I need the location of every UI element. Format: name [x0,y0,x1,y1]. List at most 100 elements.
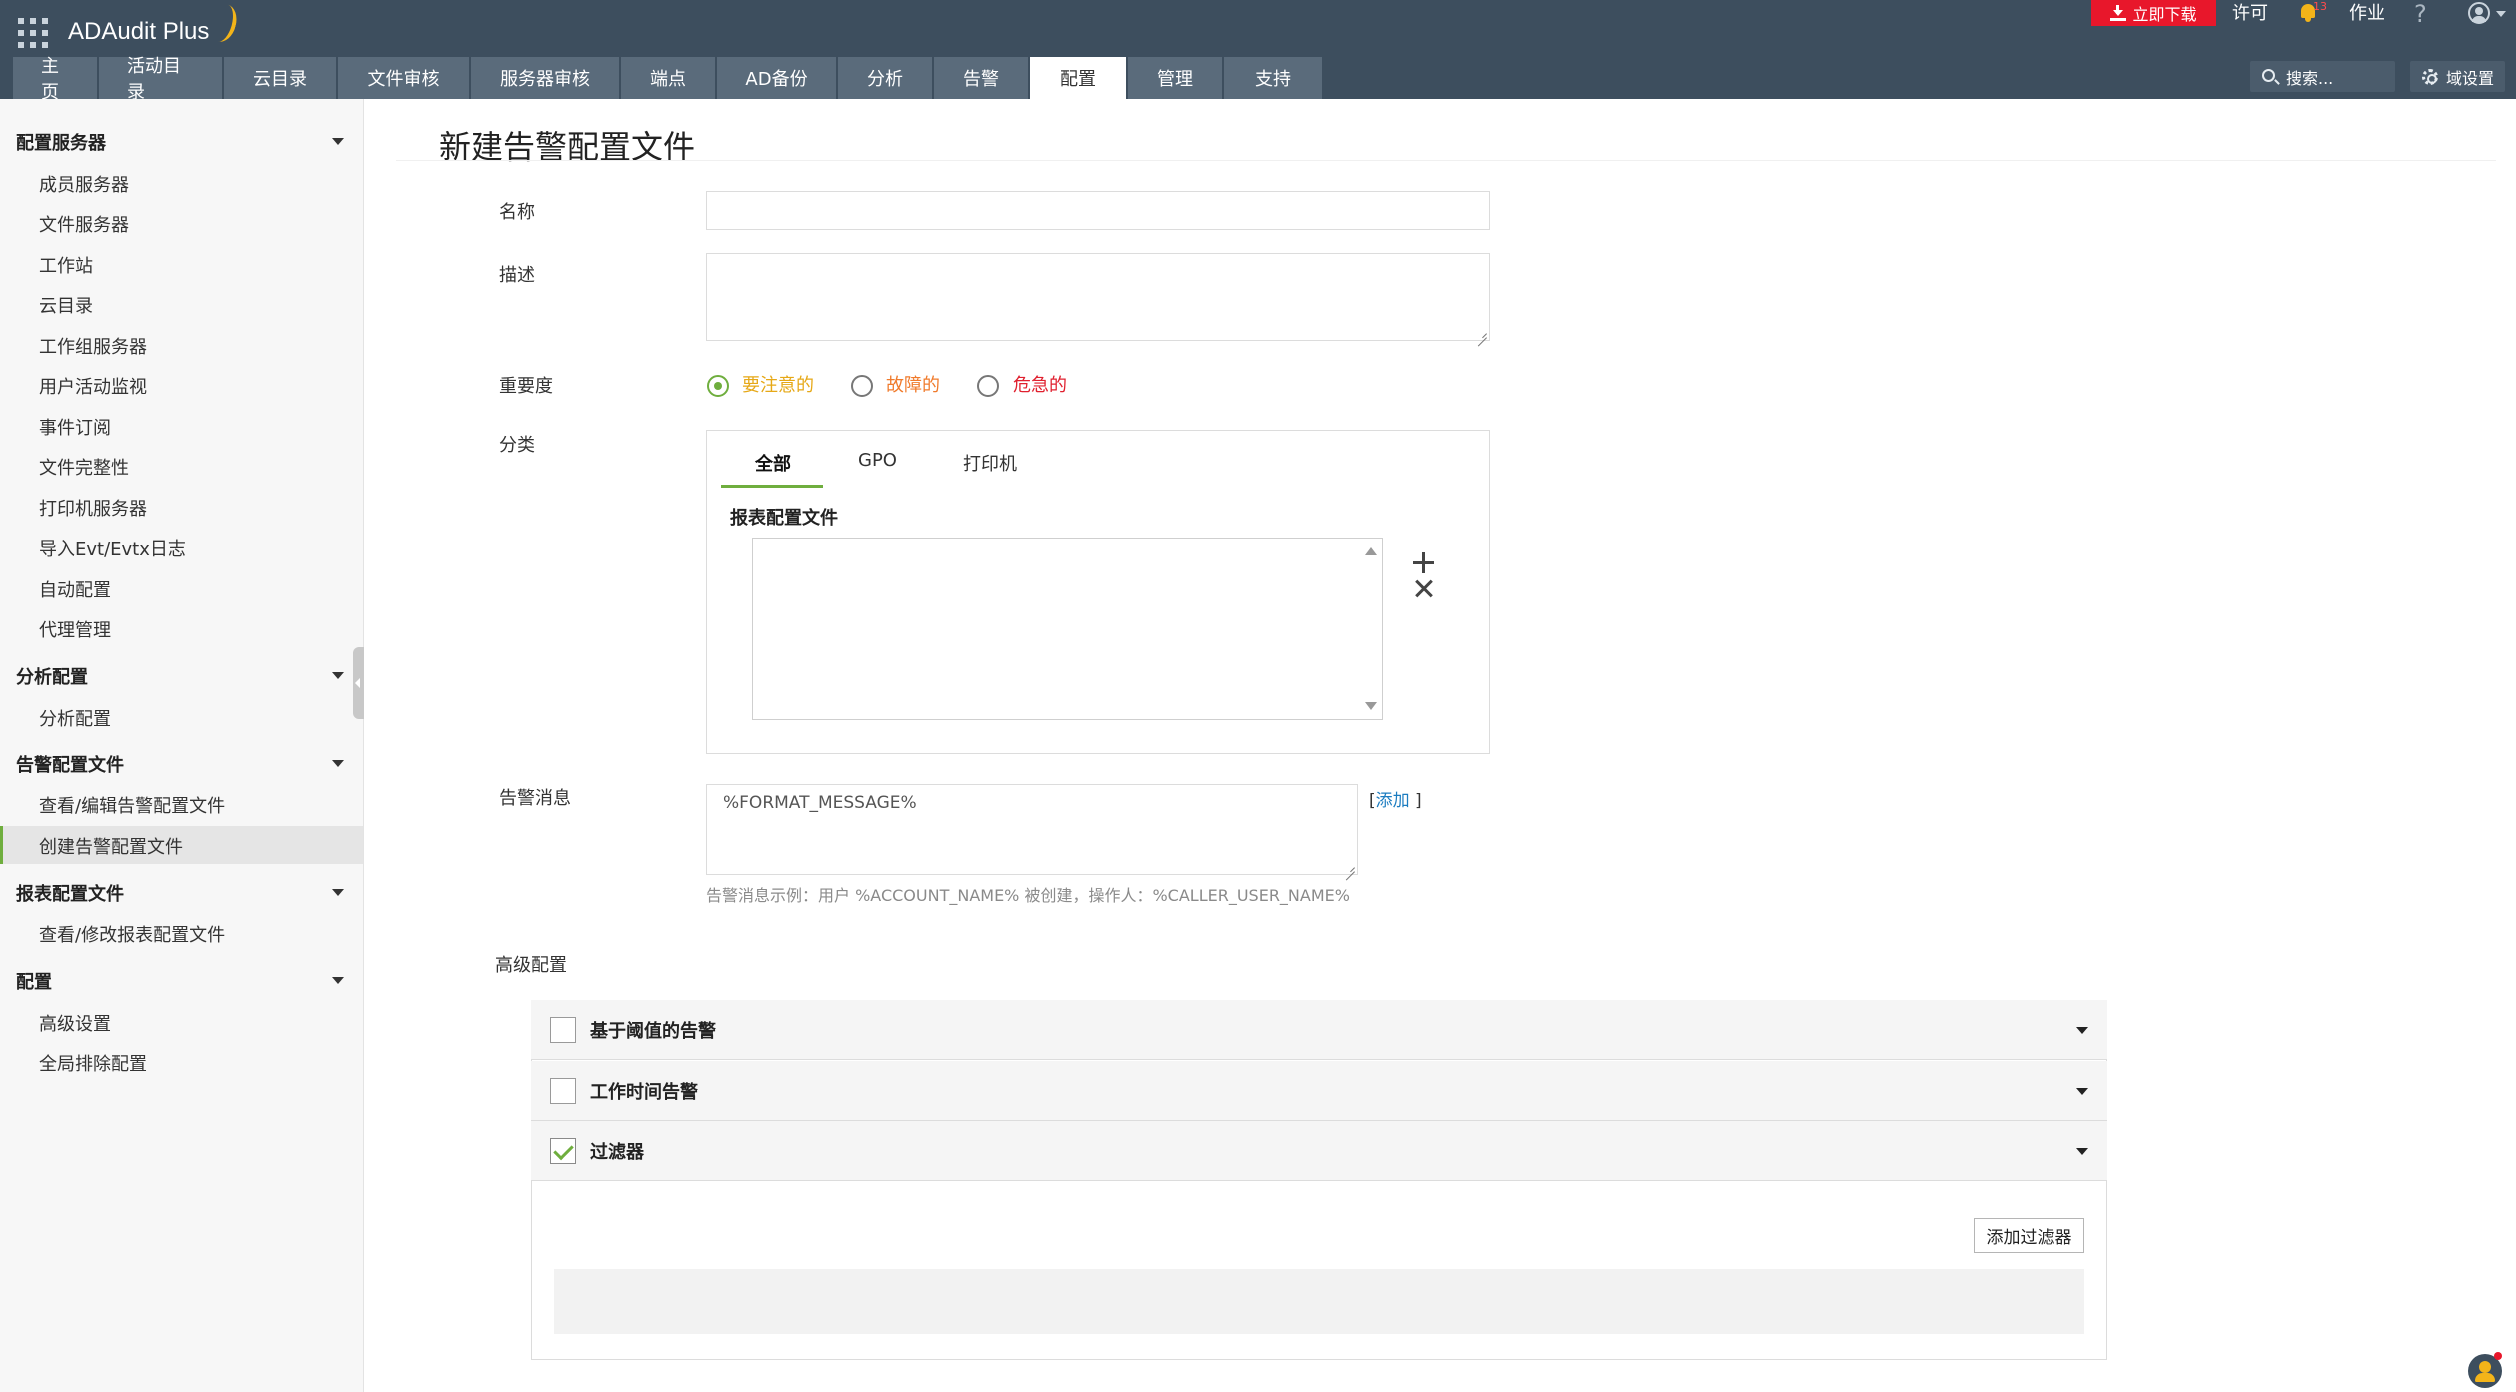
tab-configuration[interactable]: 配置 [1030,57,1126,99]
business-hours-alert-checkbox[interactable] [550,1078,576,1104]
scroll-up-icon[interactable] [1365,547,1377,555]
advanced-config-label: 高级配置 [495,955,567,976]
sidebar-group-configure-servers[interactable]: 配置服务器 [16,129,106,155]
chevron-down-icon[interactable] [2076,1027,2088,1034]
app-logo[interactable]: ADAudit Plus [68,1,241,52]
business-hours-alert-title[interactable]: 工作时间告警 [590,1078,698,1104]
tab-endpoint[interactable]: 端点 [621,57,715,99]
sidebar-item-import-evt-logs[interactable]: 导入Evt/Evtx日志 [39,535,186,561]
domain-settings-label: 域设置 [2446,68,2495,88]
tab-cloud-directory[interactable]: 云目录 [224,57,336,99]
threshold-alert-checkbox[interactable] [550,1017,576,1043]
search-icon [2262,69,2275,82]
category-tab-all[interactable]: 全部 [755,450,791,476]
app-grid-icon[interactable] [18,18,48,48]
threshold-alert-section[interactable]: 基于阈值的告警 [531,1000,2107,1060]
tab-admin[interactable]: 管理 [1128,57,1222,99]
sidebar-item-member-servers[interactable]: 成员服务器 [39,171,129,197]
sidebar-item-event-subscription[interactable]: 事件订阅 [39,414,111,440]
remove-report-profile-icon[interactable] [1414,578,1434,598]
resize-grip-icon[interactable] [1345,862,1355,872]
severity-critical-label[interactable]: 危急的 [1013,375,1067,397]
tab-alerts[interactable]: 告警 [934,57,1028,99]
main-nav-tabs: 主页 活动目录 云目录 文件审核 服务器审核 端点 AD备份 分析 告警 配置 … [13,56,1324,103]
description-label: 描述 [499,265,535,286]
sidebar-item-auto-config[interactable]: 自动配置 [39,576,111,602]
bracket-close: ] [1409,791,1422,811]
add-filter-button[interactable]: 添加过滤器 [1974,1218,2084,1253]
sidebar-item-advanced-settings[interactable]: 高级设置 [39,1010,111,1036]
filter-section[interactable]: 过滤器 [531,1121,2107,1181]
tab-support[interactable]: 支持 [1224,57,1322,99]
severity-attention-label[interactable]: 要注意的 [742,375,814,397]
chat-notification-dot [2494,1352,2502,1360]
sidebar-group-configuration[interactable]: 配置 [16,968,52,994]
sidebar-item-view-edit-alert-profiles[interactable]: 查看/编辑告警配置文件 [39,792,225,818]
sidebar-item-file-integrity[interactable]: 文件完整性 [39,454,129,480]
chevron-down-icon[interactable] [332,760,344,767]
logo-swoosh-icon [205,1,241,45]
sidebar-item-cloud-directory[interactable]: 云目录 [39,292,93,318]
scroll-down-icon[interactable] [1365,702,1377,710]
alert-message-textarea[interactable]: %FORMAT_MESSAGE% [706,784,1358,875]
filter-list-area [554,1269,2084,1334]
chevron-down-icon[interactable] [2076,1088,2088,1095]
active-tab-indicator [721,485,823,488]
business-hours-alert-section[interactable]: 工作时间告警 [531,1061,2107,1121]
chevron-down-icon[interactable] [332,889,344,896]
jobs-link[interactable]: 作业 [2349,0,2385,24]
sidebar-item-view-modify-report-profiles[interactable]: 查看/修改报表配置文件 [39,921,225,947]
gear-icon [2422,69,2438,85]
download-now-button[interactable]: 立即下载 [2091,0,2216,26]
severity-attention-radio[interactable] [707,375,729,397]
tab-analytics[interactable]: 分析 [838,57,932,99]
category-tab-gpo[interactable]: GPO [858,450,897,471]
sidebar-item-workgroup-servers[interactable]: 工作组服务器 [39,333,147,359]
alert-message-value: %FORMAT_MESSAGE% [723,793,917,813]
tab-home[interactable]: 主页 [13,56,97,103]
license-link[interactable]: 许可 [2232,0,2268,24]
sidebar-item-global-exclusion[interactable]: 全局排除配置 [39,1050,147,1076]
sidebar-item-user-activity[interactable]: 用户活动监视 [39,373,147,399]
sidebar-item-create-alert-profile[interactable]: 创建告警配置文件 [39,833,183,859]
add-report-profile-icon[interactable] [1413,552,1435,574]
chevron-down-icon[interactable] [2076,1148,2088,1155]
severity-trouble-radio[interactable] [851,375,873,397]
severity-trouble-label[interactable]: 故障的 [886,375,940,397]
filter-title[interactable]: 过滤器 [590,1138,644,1164]
category-tab-printer[interactable]: 打印机 [963,450,1017,476]
help-icon[interactable]: ? [2414,0,2427,28]
notification-count-badge: 13 [2313,0,2327,13]
tab-file-audit[interactable]: 文件审核 [338,57,469,99]
sidebar-group-report-profiles[interactable]: 报表配置文件 [16,880,124,906]
sidebar-item-printer-servers[interactable]: 打印机服务器 [39,495,147,521]
chevron-down-icon[interactable] [332,138,344,145]
sidebar-group-analytics-config[interactable]: 分析配置 [16,663,88,689]
sidebar-item-workstations[interactable]: 工作站 [39,252,93,278]
sidebar-collapse-handle[interactable] [353,647,364,719]
add-macro-link[interactable]: 添加 [1376,791,1410,811]
filter-checkbox[interactable] [550,1138,576,1164]
chevron-down-icon[interactable] [332,672,344,679]
tab-server-audit[interactable]: 服务器审核 [471,57,619,99]
chevron-down-icon[interactable] [2496,11,2506,17]
sidebar-item-file-servers[interactable]: 文件服务器 [39,211,129,237]
search-input[interactable]: 搜索... [2250,61,2395,92]
description-textarea[interactable] [706,253,1490,341]
threshold-alert-title[interactable]: 基于阈值的告警 [590,1017,716,1043]
sidebar-item-agent-management[interactable]: 代理管理 [39,616,111,642]
tab-ad-backup[interactable]: AD备份 [717,57,836,99]
domain-settings-button[interactable]: 域设置 [2410,61,2505,92]
resize-grip-icon[interactable] [1477,328,1487,338]
name-input[interactable] [706,191,1490,230]
sidebar-group-alert-profiles[interactable]: 告警配置文件 [16,751,124,777]
report-profiles-listbox[interactable] [752,538,1383,720]
bracket-open: [ [1369,791,1376,811]
chevron-down-icon[interactable] [332,977,344,984]
alert-message-hint: 告警消息示例：用户 %ACCOUNT_NAME% 被创建，操作人：%CALLER… [706,886,1350,905]
severity-critical-radio[interactable] [977,375,999,397]
tab-active-directory[interactable]: 活动目录 [99,56,222,103]
download-label: 立即下载 [2132,5,2197,24]
user-avatar-icon[interactable] [2468,2,2490,24]
sidebar-item-analytics-config[interactable]: 分析配置 [39,705,111,731]
